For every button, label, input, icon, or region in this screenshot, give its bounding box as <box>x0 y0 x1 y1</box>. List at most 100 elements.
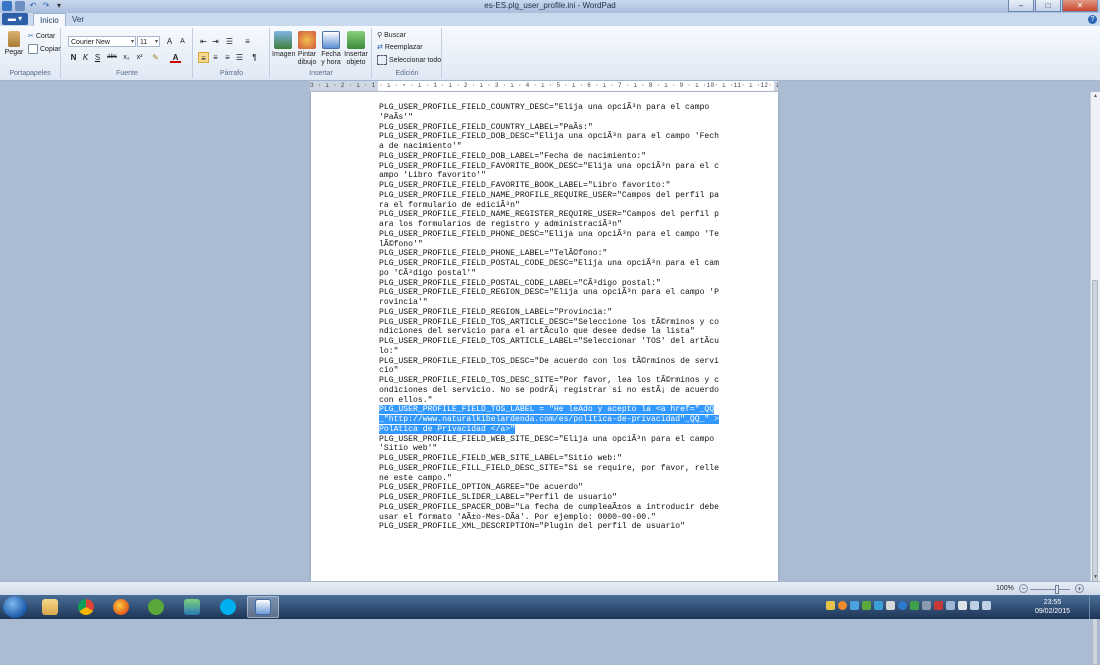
align-left-icon: ≡ <box>201 54 206 63</box>
paragraph-settings-button[interactable]: ¶ <box>249 52 260 63</box>
strikethrough-button[interactable]: abc <box>105 52 119 63</box>
taskbar-skype[interactable] <box>212 596 244 618</box>
app-menu-button[interactable]: ▬ ▾ <box>2 13 28 25</box>
underline-button[interactable]: S <box>92 52 103 63</box>
tray-arrow-icon[interactable] <box>826 601 835 610</box>
tray-app-icon[interactable] <box>874 601 883 610</box>
ruler[interactable]: 3 · ı · 2 · ı · 1 · ı · ▿ · ı · 1 · ı · … <box>310 81 778 92</box>
align-left-button[interactable]: ≡ <box>198 52 209 63</box>
volume-icon[interactable] <box>982 601 991 610</box>
clock-time: 23:55 <box>1043 599 1062 606</box>
taskbar-file-explorer[interactable] <box>34 596 66 618</box>
italic-button[interactable]: K <box>80 52 91 63</box>
insert-object-label: Insertar objeto <box>344 51 368 66</box>
tray-app-icon[interactable] <box>910 601 919 610</box>
insert-image-label: Imagen <box>272 51 296 58</box>
decrease-indent-button[interactable]: ⇤ <box>198 36 209 47</box>
zoom-out-button[interactable]: − <box>1019 584 1028 593</box>
close-button[interactable]: ✕ <box>1062 0 1098 12</box>
subscript-button[interactable]: x₂ <box>121 52 132 63</box>
zoom-slider[interactable] <box>1030 589 1070 590</box>
replace-button[interactable]: ⇄ Reemplazar <box>377 43 423 52</box>
tray-app-icon[interactable] <box>838 601 847 610</box>
insert-group-label: Insertar <box>309 70 333 77</box>
zoom-in-button[interactable]: + <box>1075 584 1084 593</box>
tray-app-icon[interactable] <box>922 601 931 610</box>
font-family-select[interactable]: Courier New ▾ <box>68 36 136 47</box>
tray-app-icon[interactable] <box>958 601 967 610</box>
vertical-scrollbar[interactable]: ▲ ▼ <box>1090 92 1100 665</box>
shrink-font-button[interactable]: A <box>177 36 188 47</box>
ribbon-tab-bar: ▬ ▾ Inicio Ver ? <box>0 13 1100 26</box>
window-title: es-ES.plg_user_profile.ini - WordPad <box>484 1 616 10</box>
align-right-button[interactable]: ≡ <box>222 52 233 63</box>
cut-button[interactable]: ✂ Cortar <box>28 32 55 41</box>
chevron-down-icon: ▾ <box>154 39 158 45</box>
insert-object-button[interactable]: Insertar objeto <box>343 31 369 67</box>
grow-font-button[interactable]: A <box>164 36 175 47</box>
replace-icon: ⇄ <box>377 44 383 51</box>
copy-button[interactable]: Copiar <box>28 44 61 54</box>
justify-button[interactable]: ☰ <box>234 52 245 63</box>
show-desktop-button[interactable] <box>1089 595 1100 619</box>
tray-app-icon[interactable] <box>886 601 895 610</box>
line-spacing-button[interactable]: ≡ <box>242 36 253 47</box>
taskbar-wordpad[interactable] <box>247 596 279 618</box>
superscript-button[interactable]: x² <box>134 52 145 63</box>
scroll-down-icon[interactable]: ▼ <box>1091 573 1100 581</box>
grow-font-icon: A <box>166 37 173 46</box>
paragraph-group: ⇤ ⇥ ☰ ≡ ≡ ≡ ≡ ☰ ¶ Párrafo <box>194 28 270 78</box>
paste-button[interactable]: Pegar <box>3 31 25 57</box>
find-label: Buscar <box>384 31 406 39</box>
taskbar-network-tool[interactable] <box>176 596 208 618</box>
taskbar-clock[interactable]: 23:55 09/02/2015 <box>1035 598 1070 616</box>
increase-indent-button[interactable]: ⇥ <box>210 36 221 47</box>
taskbar-utorrent[interactable] <box>140 596 172 618</box>
bullets-button[interactable]: ☰ <box>224 36 235 47</box>
minimize-button[interactable]: – <box>1008 0 1034 12</box>
tab-ver[interactable]: Ver <box>66 13 90 26</box>
scroll-up-icon[interactable]: ▲ <box>1091 92 1100 100</box>
paint-icon <box>298 31 316 49</box>
tray-app-icon[interactable] <box>946 601 955 610</box>
datetime-button[interactable]: Fecha y hora <box>320 31 342 67</box>
tray-app-icon[interactable] <box>850 601 859 610</box>
maximize-button[interactable]: □ <box>1035 0 1061 12</box>
zoom-slider-thumb[interactable] <box>1055 585 1059 594</box>
chevron-down-icon: ▾ <box>130 39 134 45</box>
align-center-icon: ≡ <box>213 53 218 62</box>
paste-label: Pegar <box>4 49 24 56</box>
help-icon[interactable]: ? <box>1088 15 1097 24</box>
font-size-select[interactable]: 11 ▾ <box>137 36 160 47</box>
increase-indent-icon: ⇥ <box>212 37 219 46</box>
selected-text: PLG_USER_PROFILE_FIELD_TOS_LABEL = "He l… <box>379 405 719 434</box>
taskbar-chrome[interactable] <box>70 596 102 618</box>
tray-app-icon[interactable] <box>862 601 871 610</box>
paint-drawing-label: Pintar dibujo <box>297 51 317 66</box>
replace-label: Reemplazar <box>384 43 423 51</box>
network-status-icon[interactable] <box>970 601 979 610</box>
select-all-button[interactable]: Seleccionar todo <box>377 55 441 65</box>
taskbar-firefox[interactable] <box>105 596 137 618</box>
clock-date: 09/02/2015 <box>1034 608 1070 615</box>
document-text-before: PLG_USER_PROFILE_FIELD_COUNTRY_DESC="Eli… <box>379 103 719 405</box>
ribbon: Pegar ✂ Cortar Copiar Portapapeles Couri… <box>0 26 1100 81</box>
insert-image-button[interactable]: Imagen <box>272 31 296 59</box>
font-color-button[interactable]: A <box>170 52 181 63</box>
edit-group-label: Edición <box>395 70 419 77</box>
insert-group: Imagen Pintar dibujo Fecha y hora Insert… <box>271 28 372 78</box>
document-page[interactable]: PLG_USER_PROFILE_FIELD_COUNTRY_DESC="Eli… <box>311 92 778 581</box>
start-button[interactable] <box>3 596 27 618</box>
bold-button[interactable]: N <box>68 52 79 63</box>
wordpad-icon <box>255 599 271 615</box>
highlight-button[interactable]: ✎ <box>150 52 161 63</box>
image-icon <box>274 31 292 49</box>
bullet-list-icon: ☰ <box>225 37 234 46</box>
tray-app-icon[interactable] <box>934 601 943 610</box>
document-text[interactable]: PLG_USER_PROFILE_FIELD_COUNTRY_DESC="Eli… <box>379 103 719 532</box>
tray-app-icon[interactable] <box>898 601 907 610</box>
tab-inicio[interactable]: Inicio <box>33 13 66 26</box>
paint-drawing-button[interactable]: Pintar dibujo <box>295 31 319 67</box>
find-button[interactable]: ⚲ Buscar <box>377 31 406 40</box>
align-center-button[interactable]: ≡ <box>210 52 221 63</box>
